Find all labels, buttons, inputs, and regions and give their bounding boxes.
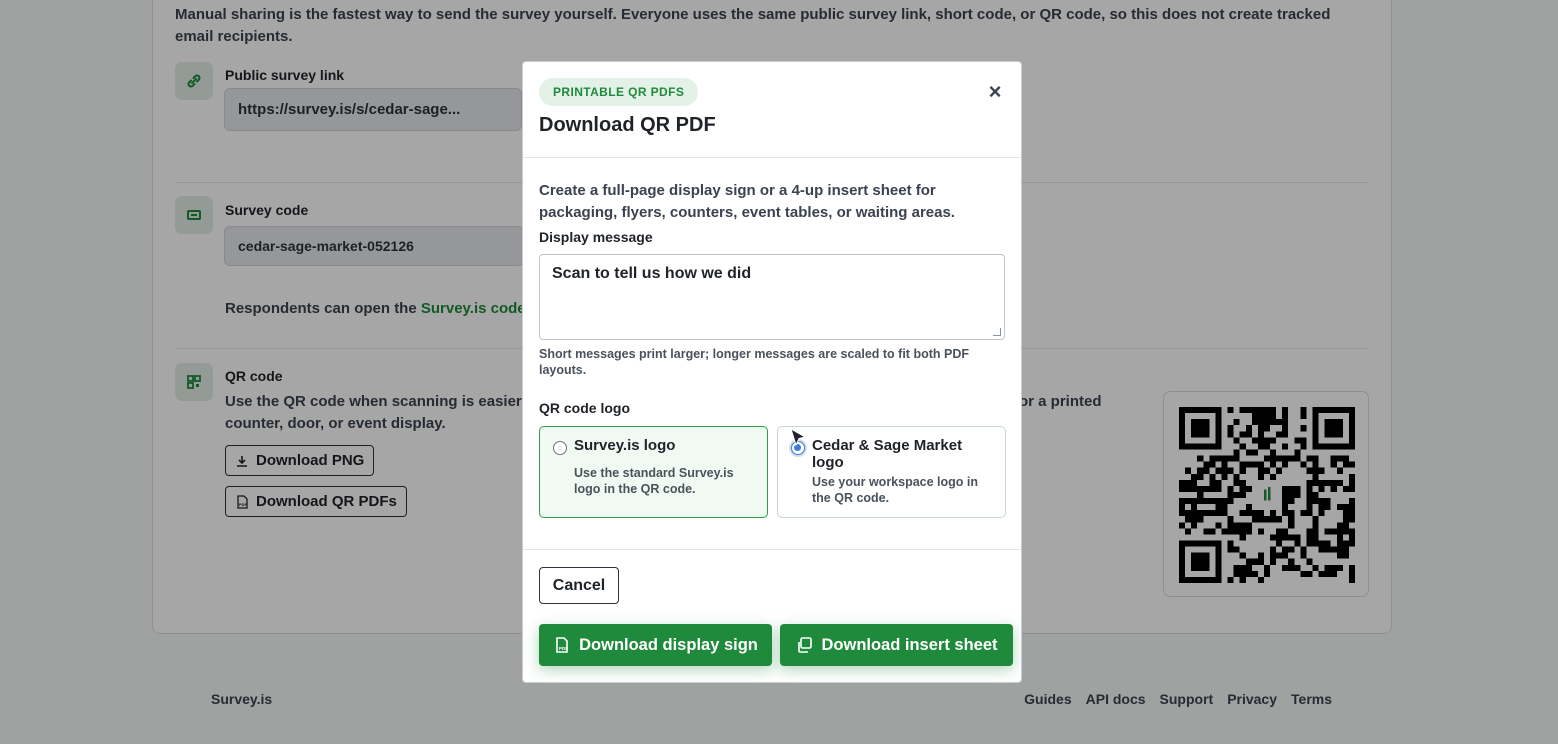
printable-badge: PRINTABLE QR PDFS <box>539 78 699 106</box>
option-workspace-logo[interactable]: Cedar & Sage Market logo Use your worksp… <box>777 426 1006 518</box>
qr-logo-label: QR code logo <box>539 400 630 416</box>
resize-handle[interactable] <box>993 328 1001 336</box>
cancel-button[interactable]: Cancel <box>539 567 619 604</box>
survey-logo-radio[interactable] <box>553 441 567 455</box>
option-description: Use the standard Survey.is logo in the Q… <box>574 466 734 496</box>
option-survey-logo[interactable]: Survey.is logo Use the standard Survey.i… <box>539 426 768 518</box>
copy-icon <box>798 637 813 653</box>
download-display-sign-button[interactable]: PDF Download display sign <box>539 624 772 666</box>
display-message-hint: Short messages print larger; longer mess… <box>539 347 969 377</box>
display-message-textarea[interactable]: Scan to tell us how we did <box>539 254 1005 340</box>
mouse-cursor-icon <box>790 428 807 447</box>
pdf-icon: PDF <box>556 637 568 653</box>
dialog-title: Download QR PDF <box>539 114 716 136</box>
option-description: Use your workspace logo in the QR code. <box>812 475 979 505</box>
display-message-value: Scan to tell us how we did <box>552 265 752 282</box>
download-qr-pdf-dialog: PRINTABLE QR PDFS Download QR PDF × Crea… <box>522 61 1022 683</box>
close-icon[interactable]: × <box>985 81 1005 103</box>
option-title: Cedar & Sage Market logo <box>812 437 963 471</box>
dialog-footer-divider <box>523 549 1021 550</box>
dialog-description: Create a full-page display sign or a 4-u… <box>539 182 955 221</box>
dialog-header: PRINTABLE QR PDFS Download QR PDF × <box>523 62 1021 158</box>
svg-text:PDF: PDF <box>559 646 568 651</box>
display-message-label: Display message <box>539 229 653 245</box>
insert-sheet-label: Download insert sheet <box>821 635 998 654</box>
download-insert-sheet-button[interactable]: Download insert sheet <box>780 624 1013 666</box>
option-title: Survey.is logo <box>574 437 676 454</box>
display-sign-label: Download display sign <box>579 635 758 654</box>
